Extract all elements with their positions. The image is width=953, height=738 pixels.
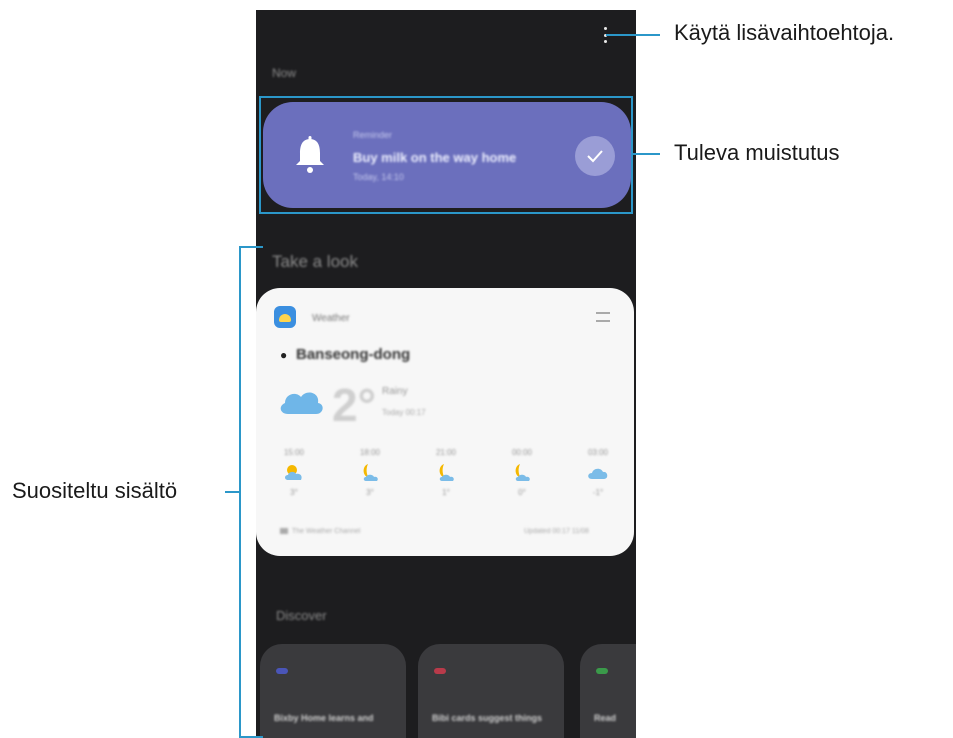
- reminder-card[interactable]: Reminder Buy milk on the way home Today,…: [263, 102, 631, 208]
- reminder-time: Today, 14:10: [353, 172, 404, 182]
- discover-card-icon: [434, 668, 446, 674]
- moon-icon: [515, 464, 530, 481]
- forecast-temp: 3°: [366, 488, 374, 497]
- discover-card-icon: [276, 668, 288, 674]
- forecast-temp: 1°: [442, 488, 450, 497]
- weather-date: Today 00:17: [382, 408, 426, 417]
- discover-card-icon: [596, 668, 608, 674]
- check-icon: [587, 150, 603, 163]
- cloud-icon: [280, 392, 323, 414]
- complete-reminder-button[interactable]: [575, 136, 615, 176]
- forecast-time: 00:00: [511, 448, 533, 457]
- forecast-hour: 21:00 1°: [426, 448, 466, 508]
- forecast-hour: 18:00 3°: [350, 448, 390, 508]
- reminder-title: Buy milk on the way home: [353, 150, 517, 165]
- moon-icon: [363, 464, 378, 481]
- cloud-icon: [588, 468, 608, 479]
- phone-screen: Now Reminder Buy milk on the way home To…: [256, 10, 636, 738]
- forecast-hour: 00:00 0°: [502, 448, 542, 508]
- discover-card[interactable]: Bixby Home learns and: [260, 644, 406, 738]
- section-take-a-look-label: Take a look: [272, 252, 358, 271]
- discover-card-text: Bibi cards suggest things: [432, 713, 543, 723]
- forecast-temp: -1°: [592, 488, 604, 497]
- weather-updated: Updated 00:17 11/08: [524, 528, 589, 535]
- forecast-time: 18:00: [359, 448, 381, 457]
- forecast-time: 21:00: [435, 448, 457, 457]
- location-pin-icon: ●: [280, 348, 288, 362]
- discover-card[interactable]: Bibi cards suggest things: [418, 644, 564, 738]
- forecast-hour: 03:00 -1°: [578, 448, 618, 508]
- card-options-icon[interactable]: [596, 312, 610, 322]
- forecast-hour: 15:00 3°: [274, 448, 314, 508]
- hourly-forecast: 15:00 3° 18:00 3° 21:00 1° 00:00 0° 03:0…: [274, 448, 618, 508]
- discover-card-text: Read: [594, 713, 617, 723]
- reminder-callout-line: [632, 153, 660, 155]
- current-temperature: 2°: [332, 379, 376, 431]
- bell-icon: [296, 136, 324, 173]
- forecast-time: 03:00: [587, 448, 609, 457]
- section-now-label: Now: [272, 66, 297, 80]
- more-options-callout-line: [606, 34, 660, 36]
- sunny-cloud-icon: [285, 465, 302, 480]
- forecast-temp: 0°: [518, 488, 526, 497]
- upcoming-reminder-callout: Tuleva muistutus: [674, 140, 840, 165]
- weather-app-name: Weather: [312, 313, 350, 324]
- provider-name: The Weather Channel: [292, 528, 361, 535]
- section-discover-label: Discover: [276, 608, 327, 623]
- more-options-callout: Käytä lisävaihtoehtoja.: [674, 20, 895, 45]
- recommended-content-bracket: [239, 246, 263, 738]
- forecast-temp: 3°: [290, 488, 298, 497]
- weather-location: Banseong-dong: [296, 346, 411, 363]
- provider-logo-icon: [280, 528, 288, 535]
- discover-card[interactable]: Read: [580, 644, 636, 738]
- weather-condition: Rainy: [382, 386, 408, 397]
- weather-app-icon: [274, 306, 296, 328]
- forecast-time: 15:00: [283, 448, 305, 457]
- weather-card[interactable]: Weather ● Banseong-dong 2° Rainy Today 0…: [256, 288, 634, 556]
- weather-provider: The Weather Channel: [280, 528, 360, 535]
- recommended-callout-line: [225, 491, 239, 493]
- moon-icon: [439, 464, 454, 481]
- reminder-category: Reminder: [353, 130, 393, 140]
- discover-card-text: Bixby Home learns and: [274, 713, 374, 723]
- recommended-content-callout: Suositeltu sisältö: [12, 478, 178, 503]
